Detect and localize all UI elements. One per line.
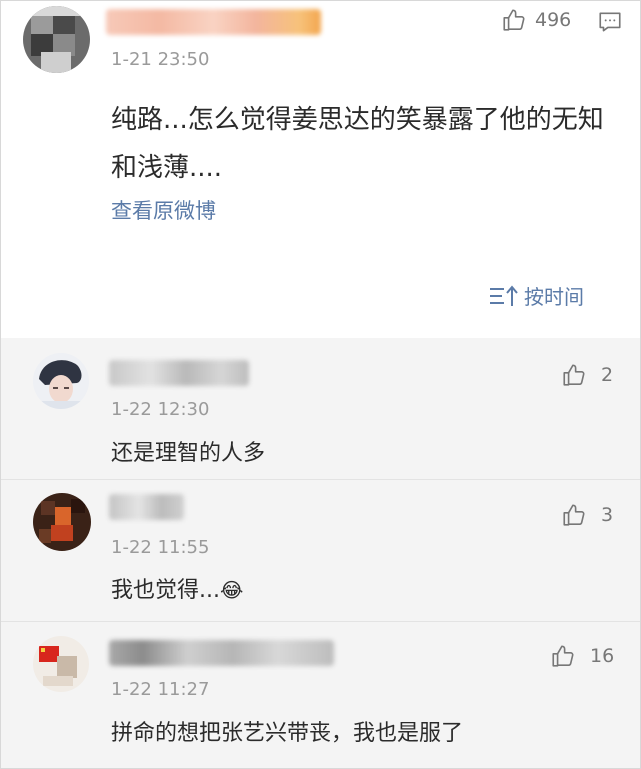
like-count: 16 — [590, 645, 615, 667]
reply-text: 还是理智的人多 — [111, 441, 266, 466]
avatar[interactable] — [23, 6, 90, 73]
reply-button[interactable] — [597, 9, 623, 39]
like-button[interactable]: 16 — [550, 643, 614, 669]
comment-time: 1-22 11:27 — [111, 679, 210, 700]
avatar[interactable] — [33, 353, 89, 409]
sort-icon — [490, 284, 518, 306]
comment-time: 1-22 11:55 — [111, 537, 210, 558]
comment-screen: 1-21 23:50 496 纯路...怎么觉得姜思达的笑暴露了他的无知和浅薄.… — [0, 0, 641, 769]
username-blurred[interactable] — [109, 640, 334, 666]
thumbs-up-icon — [563, 504, 585, 526]
reply-text: 我也觉得... — [111, 578, 220, 603]
sort-button[interactable]: 按时间 — [488, 281, 584, 310]
laugh-cry-emoji: 😂 — [219, 578, 244, 602]
comment-icon — [599, 12, 621, 32]
reply-text: 拼命的想把张艺兴带丧，我也是服了 — [111, 721, 464, 746]
like-count: 2 — [601, 364, 614, 386]
reply-list: 1-22 12:30 2 还是理智的人多 1-22 11:55 3 我也觉得..… — [1, 338, 640, 768]
reply-text-row: 我也觉得...😂 — [111, 572, 243, 604]
sort-label: 按时间 — [524, 285, 584, 309]
list-item: 1-22 11:55 3 我也觉得...😂 — [1, 480, 640, 620]
like-button[interactable]: 2 — [561, 362, 613, 388]
avatar[interactable] — [33, 636, 89, 692]
like-button[interactable]: 3 — [561, 502, 613, 528]
thumbs-up-icon — [552, 645, 574, 667]
list-item: 1-22 12:30 2 还是理智的人多 — [1, 338, 640, 478]
like-count: 496 — [535, 9, 572, 31]
comment-time: 1-22 12:30 — [111, 399, 210, 420]
username-blurred[interactable] — [109, 360, 249, 386]
like-button[interactable]: 496 — [501, 7, 571, 33]
thumbs-up-icon — [563, 364, 585, 386]
username-blurred[interactable] — [109, 494, 184, 520]
list-item: 1-22 11:27 16 拼命的想把张艺兴带丧，我也是服了 — [1, 622, 640, 762]
main-comment: 1-21 23:50 496 纯路...怎么觉得姜思达的笑暴露了他的无知和浅薄.… — [1, 1, 640, 338]
comment-time: 1-21 23:50 — [111, 49, 210, 70]
thumbs-up-icon — [503, 9, 525, 31]
avatar[interactable] — [33, 493, 91, 551]
username-blurred[interactable] — [106, 9, 321, 35]
view-original-link[interactable]: 查看原微博 — [111, 195, 216, 225]
comment-text: 纯路...怎么觉得姜思达的笑暴露了他的无知和浅薄.... — [111, 105, 604, 183]
like-count: 3 — [601, 504, 614, 526]
